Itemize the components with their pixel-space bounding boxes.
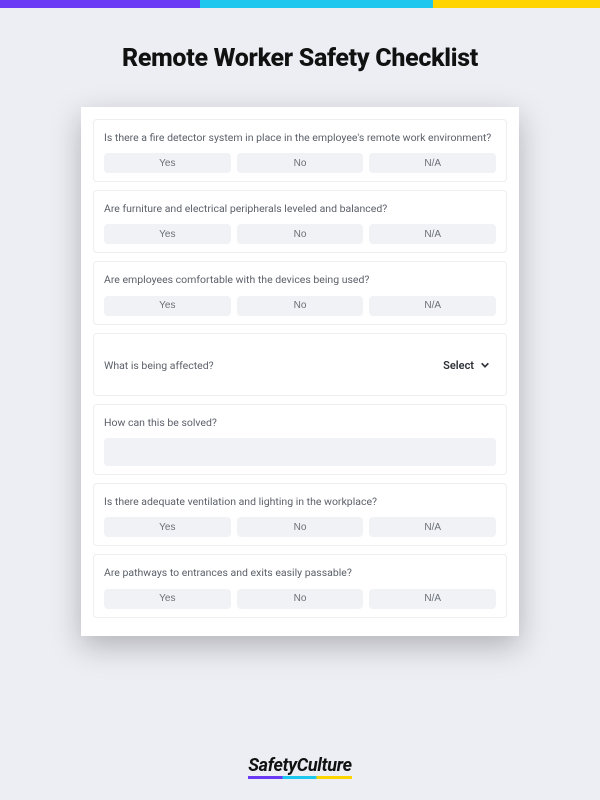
brand-text: SafetyCulture <box>248 755 352 776</box>
no-button[interactable]: No <box>237 153 364 173</box>
accent-bar <box>0 0 600 8</box>
question-block: What is being affected? Select <box>93 333 507 396</box>
brand-logo: SafetyCulture <box>0 755 600 776</box>
page-title: Remote Worker Safety Checklist <box>0 44 600 73</box>
yes-button[interactable]: Yes <box>104 517 231 537</box>
option-row: Yes No N/A <box>104 296 496 316</box>
no-button[interactable]: No <box>237 517 364 537</box>
question-block: Are pathways to entrances and exits easi… <box>93 554 507 617</box>
accent-purple <box>0 0 200 8</box>
option-row: Yes No N/A <box>104 589 496 609</box>
option-row: Yes No N/A <box>104 517 496 537</box>
na-button[interactable]: N/A <box>369 517 496 537</box>
question-text: How can this be solved? <box>104 415 496 430</box>
question-text: Is there adequate ventilation and lighti… <box>104 494 496 509</box>
na-button[interactable]: N/A <box>369 296 496 316</box>
question-text: Is there a fire detector system in place… <box>104 130 496 145</box>
question-text: What is being affected? <box>104 358 214 373</box>
question-block: How can this be solved? <box>93 404 507 475</box>
question-block: Is there adequate ventilation and lighti… <box>93 483 507 546</box>
accent-yellow <box>433 0 600 8</box>
no-button[interactable]: No <box>237 589 364 609</box>
question-text: Are furniture and electrical peripherals… <box>104 201 496 216</box>
question-text: Are employees comfortable with the devic… <box>104 272 496 287</box>
select-label-text: Select <box>443 359 474 372</box>
question-block: Is there a fire detector system in place… <box>93 119 507 182</box>
yes-button[interactable]: Yes <box>104 224 231 244</box>
checklist-card: Is there a fire detector system in place… <box>81 107 519 636</box>
na-button[interactable]: N/A <box>369 153 496 173</box>
option-row: Yes No N/A <box>104 153 496 173</box>
accent-cyan <box>200 0 433 8</box>
yes-button[interactable]: Yes <box>104 589 231 609</box>
na-button[interactable]: N/A <box>369 224 496 244</box>
yes-button[interactable]: Yes <box>104 296 231 316</box>
na-button[interactable]: N/A <box>369 589 496 609</box>
option-row: Yes No N/A <box>104 224 496 244</box>
question-block: Are furniture and electrical peripherals… <box>93 190 507 253</box>
question-text: Are pathways to entrances and exits easi… <box>104 565 496 580</box>
solution-input[interactable] <box>104 438 496 466</box>
select-trigger[interactable]: Select <box>443 359 490 372</box>
no-button[interactable]: No <box>237 224 364 244</box>
select-row[interactable]: What is being affected? Select <box>104 344 496 387</box>
yes-button[interactable]: Yes <box>104 153 231 173</box>
question-block: Are employees comfortable with the devic… <box>93 261 507 324</box>
no-button[interactable]: No <box>237 296 364 316</box>
chevron-down-icon <box>480 360 490 370</box>
